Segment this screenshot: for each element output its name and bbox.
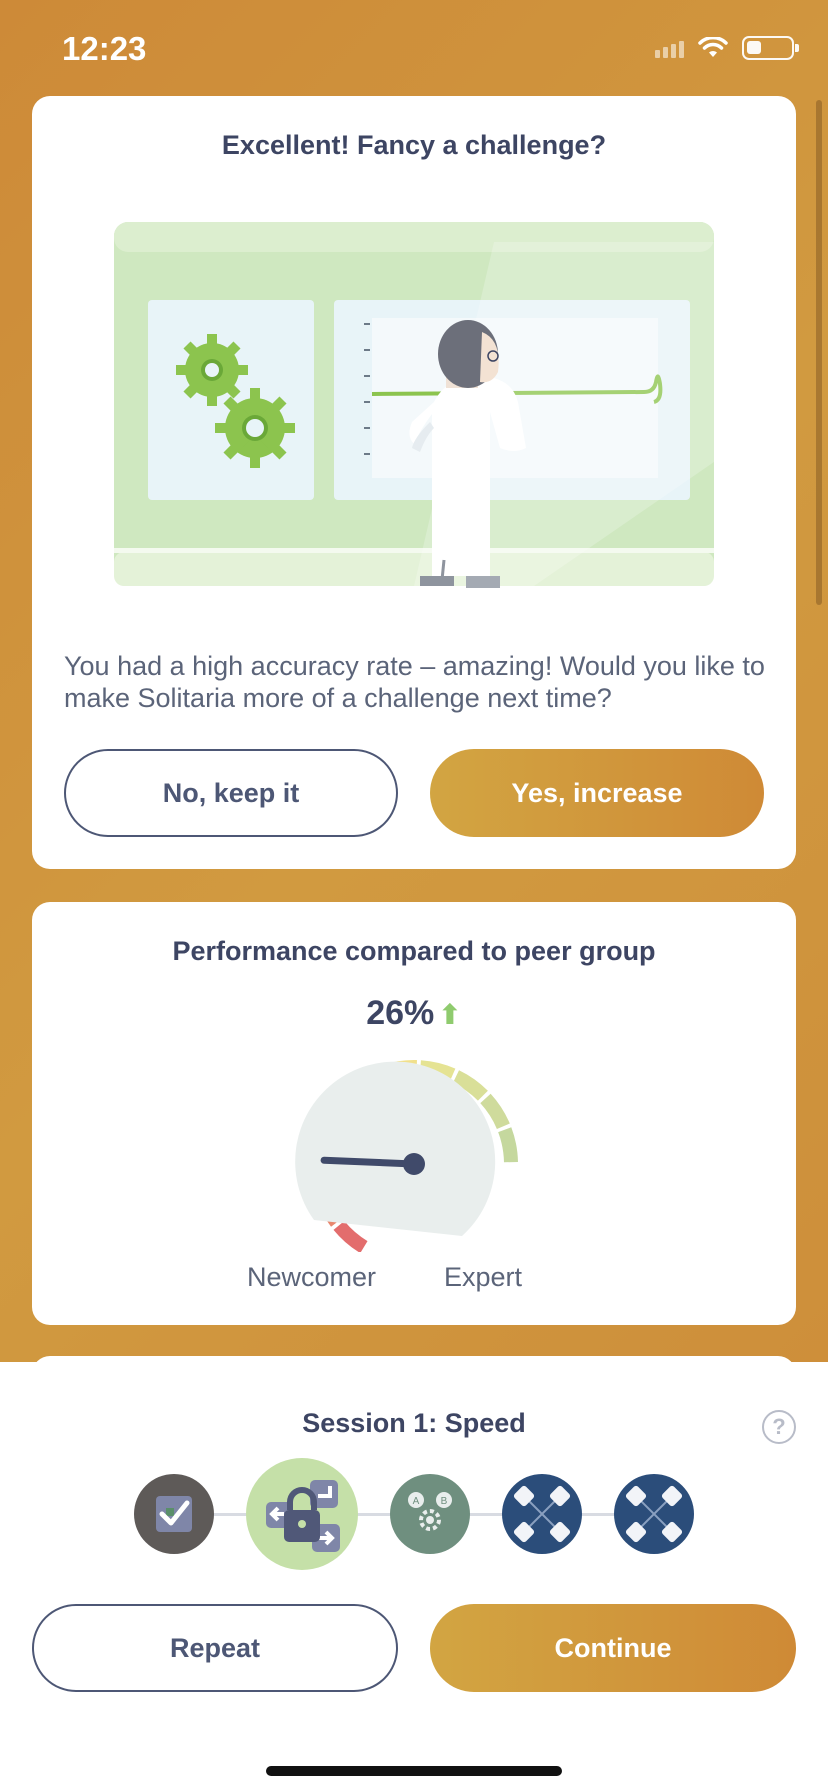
challenge-title: Excellent! Fancy a challenge? (221, 130, 607, 160)
session-step-1[interactable] (134, 1474, 214, 1554)
help-icon[interactable]: ? (762, 1410, 796, 1444)
performance-card: Performance compared to peer group 26% ⬆ … (32, 902, 796, 1325)
card-grid-icon (513, 1485, 571, 1543)
status-icons (655, 36, 799, 60)
home-indicator[interactable] (266, 1766, 562, 1776)
session-step-3[interactable]: A B (390, 1474, 470, 1554)
battery-icon (742, 36, 799, 60)
svg-text:B: B (441, 1496, 448, 1507)
card-grid-icon (625, 1485, 683, 1543)
performance-percent: 26% ⬆ (32, 994, 796, 1033)
trend-up-icon: ⬆ (438, 999, 462, 1030)
repeat-button[interactable]: Repeat (32, 1604, 398, 1692)
session-step-4[interactable] (502, 1474, 582, 1554)
svg-text:A: A (413, 1496, 420, 1507)
session-step-5[interactable] (614, 1474, 694, 1554)
session-bottom-sheet: Session 1: Speed ? A B Repeat Continue (0, 1362, 828, 1792)
status-time: 12:23 (62, 30, 147, 67)
percent-value: 26% (366, 994, 435, 1032)
ab-gear-icon: A B (408, 1492, 452, 1531)
scroll-indicator[interactable] (816, 100, 822, 605)
gauge-label-newcomer: Newcomer (247, 1262, 377, 1292)
continue-button[interactable]: Continue (430, 1604, 796, 1692)
challenge-card: Excellent! Fancy a challenge? You had a … (32, 96, 796, 869)
gauge-segment (333, 1220, 368, 1252)
cellular-signal-icon (655, 38, 684, 58)
gauge-label-expert: Expert (444, 1262, 523, 1292)
gauge-hub (403, 1153, 425, 1175)
gauge-segment (498, 1127, 518, 1163)
scientist-illustration (114, 222, 714, 588)
performance-title: Performance compared to peer group (172, 936, 656, 966)
checkbox-icon (156, 1496, 192, 1532)
keep-difficulty-button[interactable]: No, keep it (64, 749, 398, 837)
challenge-description: You had a high accuracy rate – amazing! … (64, 651, 765, 713)
lock-arrows-icon (266, 1480, 340, 1552)
session-title: Session 1: Speed (302, 1408, 526, 1438)
increase-difficulty-button[interactable]: Yes, increase (430, 749, 764, 837)
status-bar: 12:23 (0, 0, 828, 96)
performance-gauge (295, 1060, 518, 1252)
wifi-icon (698, 37, 728, 57)
session-step-2[interactable] (246, 1458, 358, 1570)
gauge-needle (320, 1156, 418, 1168)
